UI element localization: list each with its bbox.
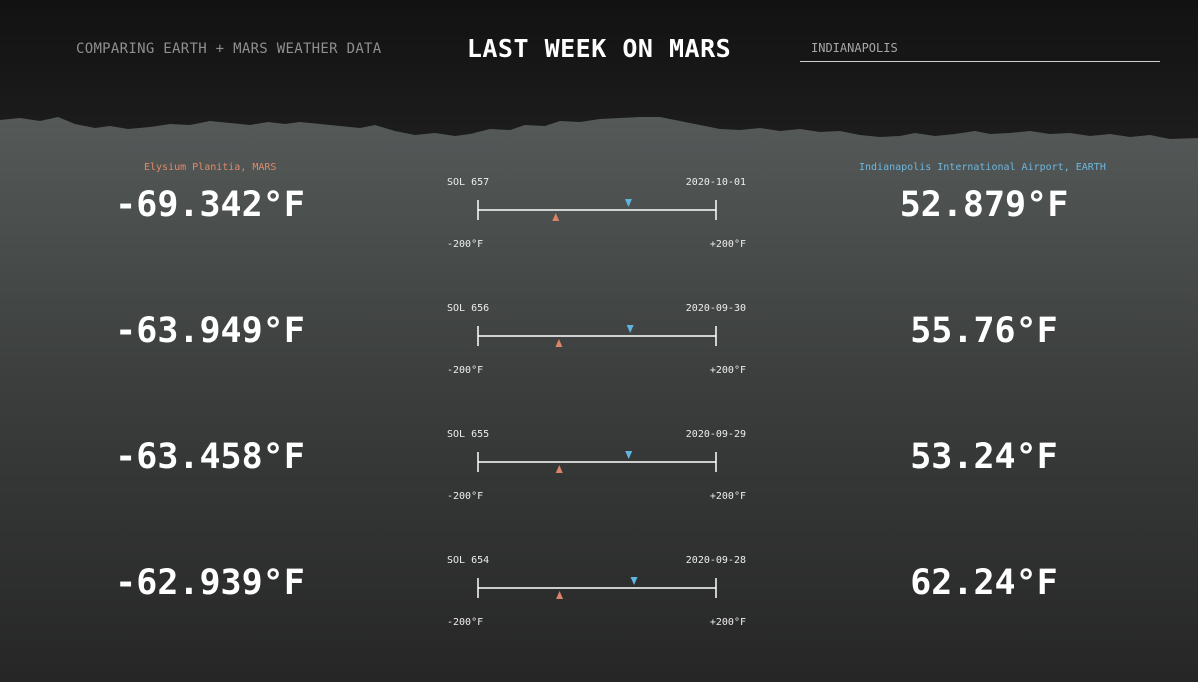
earth-date-label: 2020-10-01	[685, 177, 746, 188]
earth-temperature: 62.24°F	[910, 563, 1058, 603]
temperature-scale	[477, 449, 717, 475]
temperature-scale-graphic	[477, 577, 717, 599]
earth-temperature-marker	[630, 577, 638, 585]
earth-date-label: 2020-09-28	[685, 555, 746, 566]
earth-location-label: Indianapolis International Airport, EART…	[859, 162, 1106, 173]
sol-label: SOL 654	[447, 555, 490, 566]
day-row: -63.949°F SOL 656 2020-09-30 -200°F +200…	[0, 303, 1198, 393]
temperature-scale-graphic	[477, 325, 717, 347]
temperature-scale-graphic	[477, 199, 717, 221]
temperature-scale	[477, 197, 717, 223]
city-search-input[interactable]	[800, 38, 1160, 62]
earth-temperature: 55.76°F	[910, 311, 1058, 351]
scale-min-label: -200°F	[447, 617, 484, 628]
sol-label: SOL 655	[447, 429, 490, 440]
mars-temperature-marker	[555, 465, 563, 473]
mars-temperature: -62.939°F	[115, 563, 305, 603]
earth-temperature: 53.24°F	[910, 437, 1058, 477]
temperature-scale	[477, 575, 717, 601]
temperature-scale-graphic	[477, 451, 717, 473]
mars-temperature-marker	[555, 339, 563, 347]
app-tagline: COMPARING EARTH + MARS WEATHER DATA	[76, 41, 382, 57]
mars-location-label: Elysium Planitia, MARS	[144, 162, 277, 173]
mars-temperature: -69.342°F	[115, 185, 305, 225]
page-title: LAST WEEK ON MARS	[466, 34, 732, 63]
scale-max-label: +200°F	[709, 239, 746, 250]
mars-temperature: -63.458°F	[115, 437, 305, 477]
earth-temperature-marker	[626, 325, 634, 333]
earth-date-label: 2020-09-30	[685, 303, 746, 314]
earth-temperature: 52.879°F	[899, 185, 1069, 225]
scale-min-label: -200°F	[447, 365, 484, 376]
earth-temperature-marker	[624, 199, 632, 207]
scale-max-label: +200°F	[709, 491, 746, 502]
day-row: -63.458°F SOL 655 2020-09-29 -200°F +200…	[0, 429, 1198, 519]
earth-date-label: 2020-09-29	[685, 429, 746, 440]
scale-max-label: +200°F	[709, 365, 746, 376]
mars-temperature: -63.949°F	[115, 311, 305, 351]
scale-min-label: -200°F	[447, 239, 484, 250]
sol-label: SOL 656	[447, 303, 490, 314]
temperature-scale	[477, 323, 717, 349]
day-row: -69.342°F SOL 657 2020-10-01 -200°F +200…	[0, 177, 1198, 267]
sol-label: SOL 657	[447, 177, 490, 188]
mars-temperature-marker	[552, 213, 560, 221]
day-row: -62.939°F SOL 654 2020-09-28 -200°F +200…	[0, 555, 1198, 645]
mars-temperature-marker	[556, 591, 564, 599]
scale-max-label: +200°F	[709, 617, 746, 628]
earth-temperature-marker	[625, 451, 633, 459]
scale-min-label: -200°F	[447, 491, 484, 502]
